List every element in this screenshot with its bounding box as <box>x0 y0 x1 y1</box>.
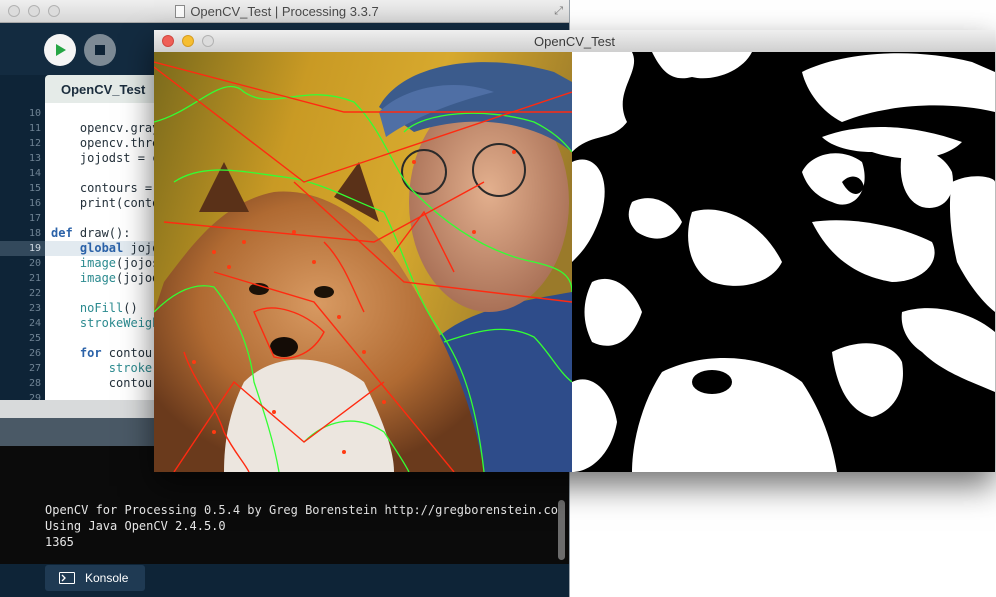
tab-opencv-test[interactable]: OpenCV_Test <box>45 75 165 103</box>
opencv-sketch-window: OpenCV_Test <box>154 30 995 472</box>
code-text: image(jojod <box>51 271 160 285</box>
sketch-titlebar[interactable]: OpenCV_Test <box>154 30 995 53</box>
line-number: 27 <box>28 363 41 374</box>
line-number: 17 <box>28 213 41 224</box>
line-number: 25 <box>28 333 41 344</box>
threshold-image <box>572 52 995 472</box>
line-number: 28 <box>28 378 41 389</box>
code-text: jojodst = c <box>51 151 160 165</box>
line-number: 18 <box>28 228 41 239</box>
line-number: 16 <box>28 198 41 209</box>
code-text: contours = <box>51 181 160 195</box>
line-number: 23 <box>28 303 41 314</box>
ide-titlebar[interactable]: OpenCV_Test | Processing 3.3.7 ⤢ <box>0 0 569 23</box>
code-text: print(conto <box>51 196 160 210</box>
play-icon <box>56 44 66 56</box>
ide-window-title: OpenCV_Test | Processing 3.3.7 <box>190 4 379 19</box>
code-text: global jojo <box>51 241 160 255</box>
line-number: 24 <box>28 318 41 329</box>
konsole-tab-label: Konsole <box>85 571 129 585</box>
tab-konsole[interactable]: Konsole <box>45 565 145 591</box>
code-text: image(jojos <box>51 256 160 270</box>
run-button[interactable] <box>44 34 76 66</box>
console-line: 1365 <box>45 535 74 549</box>
line-number: 29 <box>28 393 41 400</box>
line-number: 22 <box>28 288 41 299</box>
console-line: Using Java OpenCV 2.4.5.0 <box>45 519 226 533</box>
code-text: for contour <box>51 346 160 360</box>
contour-overlay-image <box>154 52 572 472</box>
fullscreen-icon[interactable]: ⤢ <box>554 5 563 18</box>
line-number: 15 <box>28 183 41 194</box>
code-text: stroke( <box>51 361 160 375</box>
code-text: opencv.thre <box>51 136 160 150</box>
stop-button[interactable] <box>84 34 116 66</box>
code-text: def draw(): <box>51 226 131 240</box>
code-text: noFill() <box>51 301 138 315</box>
line-number: 20 <box>28 258 41 269</box>
console-scrollbar[interactable] <box>558 500 565 560</box>
stop-icon <box>95 45 105 55</box>
code-text: strokeWeigh <box>51 316 160 330</box>
line-number: 11 <box>28 123 41 134</box>
line-number: 12 <box>28 138 41 149</box>
terminal-icon <box>59 572 75 584</box>
line-number: 13 <box>28 153 41 164</box>
line-number: 21 <box>28 273 41 284</box>
code-text: contour <box>51 376 160 390</box>
line-number: 26 <box>28 348 41 359</box>
sketch-window-title: OpenCV_Test <box>534 34 615 49</box>
line-number: 14 <box>28 168 41 179</box>
line-number: 19 <box>0 241 45 256</box>
console-line: OpenCV for Processing 0.5.4 by Greg Bore… <box>45 503 566 517</box>
code-text: opencv.gray <box>51 121 160 135</box>
line-number: 10 <box>28 108 41 119</box>
